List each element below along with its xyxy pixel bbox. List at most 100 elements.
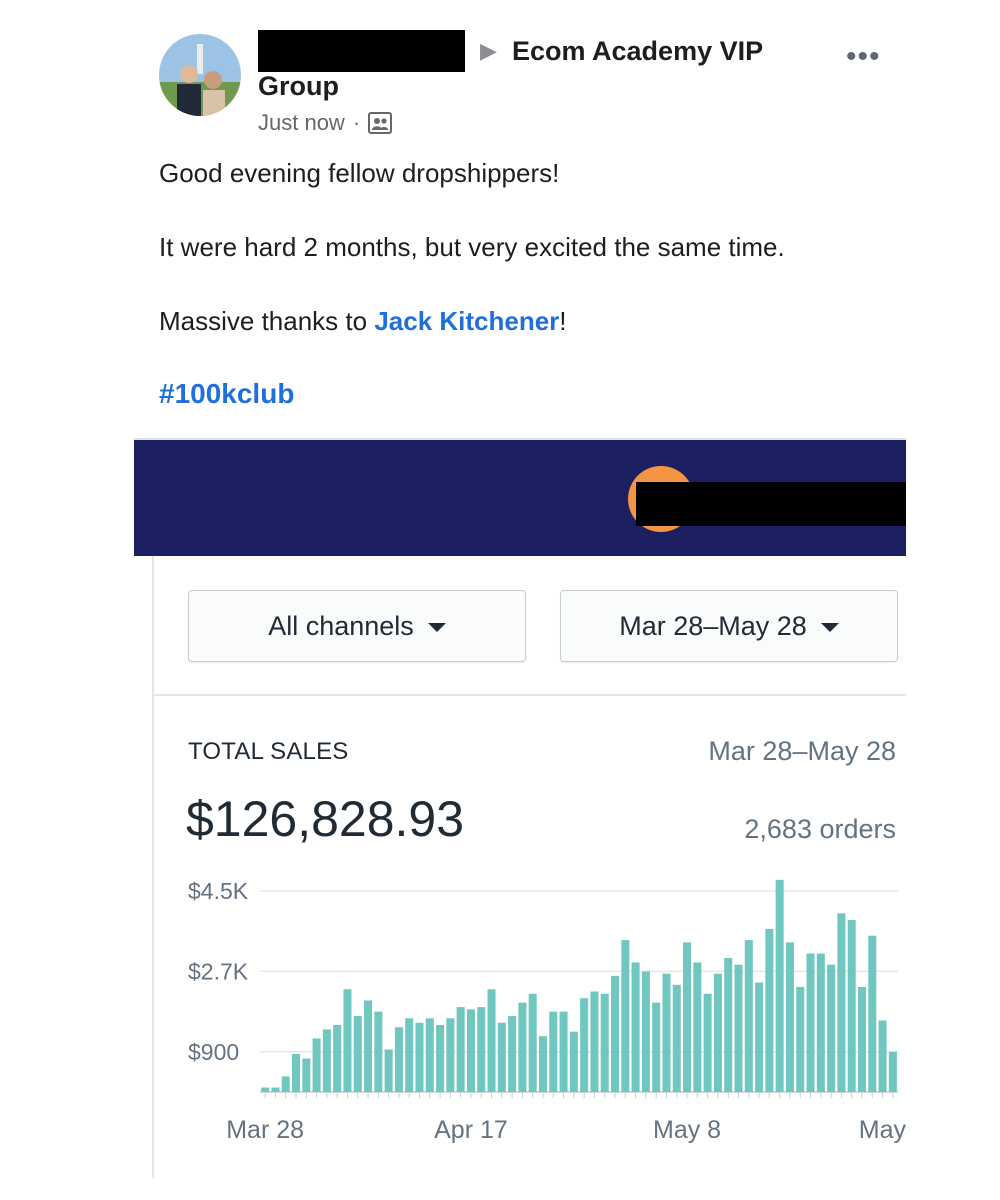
- chart-bar: [436, 1025, 445, 1092]
- chart-bar: [549, 1011, 558, 1092]
- chart-bar: [796, 987, 805, 1092]
- chart-bar: [590, 991, 599, 1092]
- chart-bar: [888, 1051, 897, 1092]
- chart-bar: [868, 935, 877, 1092]
- chart-bar: [641, 971, 650, 1092]
- chart-bar: [775, 879, 784, 1092]
- caret-down-icon: [820, 622, 839, 632]
- chart-bar: [477, 1007, 486, 1092]
- post-timestamp[interactable]: Just now: [258, 110, 345, 136]
- dashboard-topbar: [134, 440, 906, 556]
- group-audience-icon[interactable]: [368, 112, 393, 134]
- chart-bar: [374, 1011, 383, 1092]
- chart-bar: [415, 1022, 424, 1092]
- chart-bar: [497, 1022, 506, 1092]
- chart-bar: [343, 989, 352, 1092]
- chart-bar: [353, 1016, 362, 1092]
- chart-bar: [785, 942, 794, 1092]
- chart-bar: [693, 962, 702, 1092]
- y-tick-label: $2.7K: [188, 958, 249, 984]
- post-target-arrow-icon: ▶: [480, 38, 497, 63]
- chart-bar: [744, 940, 753, 1092]
- thanks-prefix: Massive thanks to: [159, 306, 375, 336]
- chart-bar: [302, 1058, 311, 1092]
- date-filter-label: Mar 28–May 28: [619, 610, 807, 641]
- post-line-body: It were hard 2 months, but very excited …: [159, 232, 785, 262]
- chart-bar: [466, 1009, 475, 1092]
- total-sales-title: TOTAL SALES: [188, 738, 349, 765]
- chart-bar: [724, 958, 733, 1092]
- more-options-button[interactable]: •••: [846, 40, 881, 74]
- chart-bar: [857, 987, 866, 1092]
- mention-link[interactable]: Jack Kitchener: [374, 306, 559, 336]
- chart-bar: [456, 1007, 465, 1092]
- chart-bar: [621, 940, 630, 1092]
- x-tick-label: May 2: [859, 1116, 906, 1144]
- chart-bar: [703, 993, 712, 1092]
- post-line-greeting: Good evening fellow dropshippers!: [159, 158, 560, 188]
- channel-filter-button[interactable]: All channels: [188, 590, 526, 662]
- post-line-thanks: Massive thanks to Jack Kitchener!: [159, 306, 567, 337]
- chart-bar: [394, 1027, 403, 1092]
- date-filter-button[interactable]: Mar 28–May 28: [560, 590, 898, 662]
- caret-down-icon: [427, 622, 446, 632]
- chart-bar: [580, 998, 589, 1092]
- chart-bar: [683, 942, 692, 1092]
- chart-bar: [364, 1000, 373, 1092]
- chart-bar: [528, 993, 537, 1092]
- chart-bar: [312, 1038, 321, 1092]
- chart-bar: [713, 973, 722, 1092]
- post-image[interactable]: All channels Mar 28–May 28 TOTAL SALES M…: [134, 438, 906, 1178]
- chart-bar: [261, 1087, 270, 1092]
- post-group-name[interactable]: Ecom Academy VIP Group: [258, 34, 818, 104]
- chart-bar: [322, 1029, 331, 1092]
- chart-bar: [837, 913, 846, 1092]
- chart-bar: [806, 953, 815, 1092]
- chart-bar: [765, 928, 774, 1092]
- x-tick-label: Apr 17: [434, 1116, 508, 1144]
- chart-bar: [611, 975, 620, 1092]
- total-sales-value: $126,828.93: [186, 791, 465, 847]
- chart-bar: [292, 1054, 301, 1092]
- chart-bar: [652, 1002, 661, 1092]
- chart-bar: [384, 1049, 393, 1092]
- x-tick-label: Mar 28: [226, 1116, 304, 1144]
- chart-bar: [827, 964, 836, 1092]
- filter-divider: [154, 694, 906, 696]
- redacted-store-name: [636, 482, 906, 526]
- x-tick-label: May 8: [653, 1116, 721, 1144]
- chart-bar: [538, 1036, 547, 1092]
- chart-bar: [425, 1018, 434, 1092]
- chart-bar: [755, 982, 764, 1092]
- orders-count: 2,683 orders: [744, 814, 896, 844]
- chart-bar: [631, 962, 640, 1092]
- channel-filter-label: All channels: [268, 610, 414, 641]
- y-tick-label: $900: [188, 1039, 239, 1065]
- chart-bar: [734, 964, 743, 1092]
- post-meta: Just now ·: [258, 110, 393, 136]
- chart-bar: [600, 993, 609, 1092]
- chart-bar: [271, 1087, 280, 1092]
- chart-bar: [333, 1025, 342, 1092]
- chart-bar: [672, 984, 681, 1092]
- y-tick-label: $4.5K: [188, 878, 249, 904]
- thanks-suffix: !: [559, 306, 567, 336]
- chart-bar: [878, 1020, 887, 1092]
- chart-bar: [559, 1011, 568, 1092]
- chart-bar: [518, 1002, 527, 1092]
- chart-bar: [446, 1018, 455, 1092]
- total-sales-range: Mar 28–May 28: [708, 736, 896, 766]
- chart-bar: [405, 1018, 414, 1092]
- chart-bar: [816, 953, 825, 1092]
- hashtag-link[interactable]: #100kclub: [159, 378, 294, 410]
- meta-separator: ·: [352, 110, 361, 135]
- chart-bar: [569, 1031, 578, 1092]
- chart-bar: [662, 973, 671, 1092]
- group-name-text[interactable]: Ecom Academy VIP Group: [258, 36, 763, 101]
- chart-bar: [508, 1016, 517, 1092]
- sales-bar-chart: $900 $2.7K $4.5K Mar 28 Apr 17 May 8 May 2: [188, 878, 906, 1144]
- chart-bar: [487, 989, 496, 1092]
- author-avatar[interactable]: [159, 34, 241, 116]
- chart-bar: [281, 1076, 290, 1092]
- chart-bar: [847, 920, 856, 1092]
